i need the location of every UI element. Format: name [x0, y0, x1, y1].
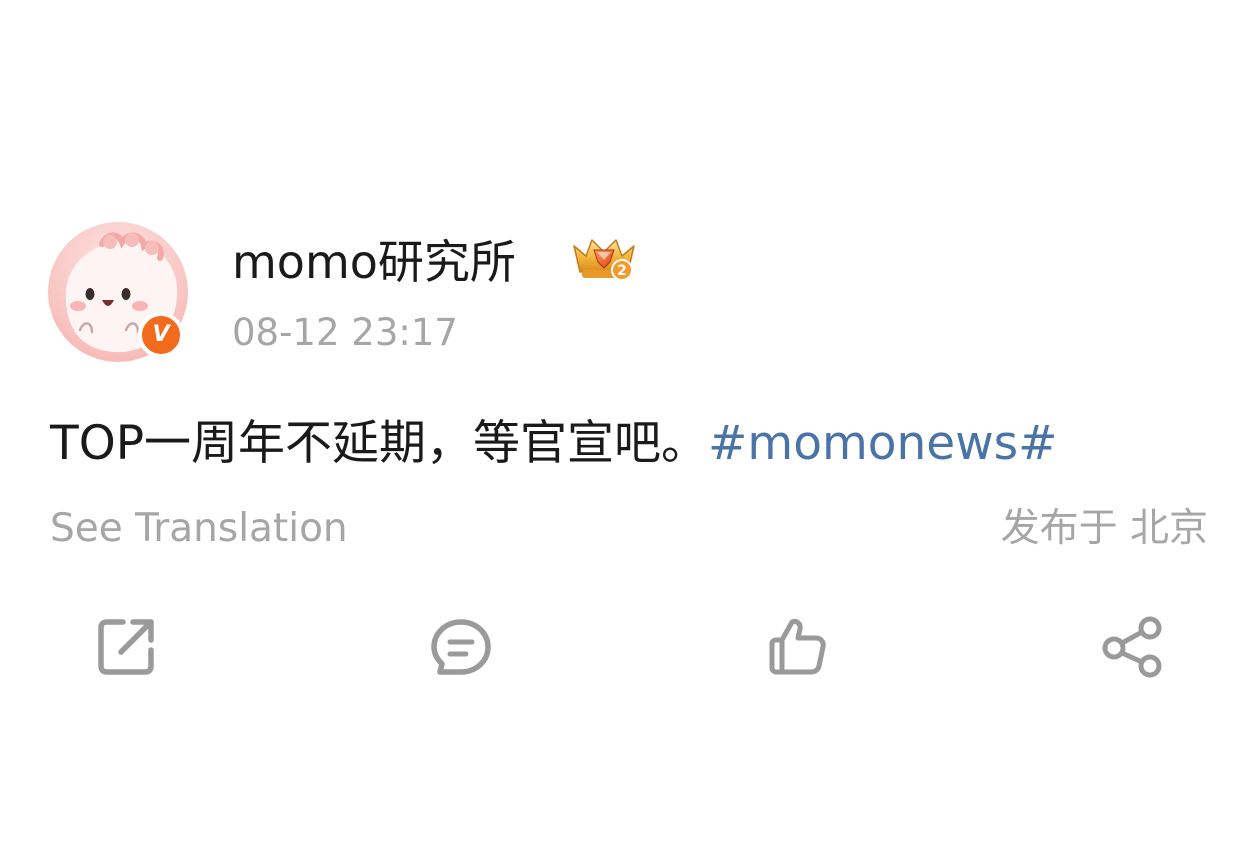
post-timestamp: 08-12 23:17: [232, 311, 458, 354]
post-card: V momo研究所 2 08-12 23:17 TOP一周年不延期，等官宣吧。#…: [0, 0, 1260, 844]
post-text: TOP一周年不延期，等官宣吧。: [50, 416, 709, 471]
comment-icon: [431, 619, 491, 675]
repost-button[interactable]: [93, 614, 159, 680]
comment-button[interactable]: [428, 614, 494, 680]
thumbs-up-icon: [769, 619, 826, 675]
rank-badge-number: 2: [617, 263, 627, 279]
post-location: 发布于 北京: [1000, 506, 1208, 551]
hashtag-link[interactable]: #momonews#: [708, 416, 1057, 471]
like-button[interactable]: [764, 614, 830, 680]
gold-crown-rank-badge-icon[interactable]: 2: [570, 232, 638, 284]
share-button[interactable]: [1100, 614, 1166, 680]
verified-badge: V: [138, 312, 184, 358]
post-body: TOP一周年不延期，等官宣吧。#momonews#: [50, 410, 1058, 478]
share-icon: [1102, 616, 1162, 678]
see-translation-link[interactable]: See Translation: [50, 502, 348, 556]
repost-icon: [98, 619, 154, 675]
username[interactable]: momo研究所: [232, 232, 516, 292]
